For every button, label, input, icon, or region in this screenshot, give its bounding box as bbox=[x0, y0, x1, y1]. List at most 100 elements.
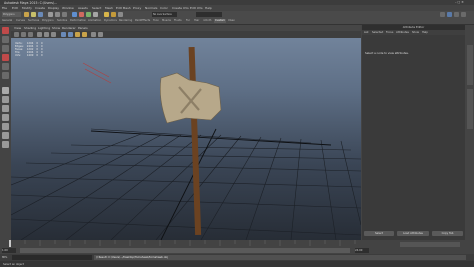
tab-general[interactable]: General bbox=[2, 19, 12, 23]
isolate-select-icon[interactable] bbox=[98, 32, 103, 37]
time-slider[interactable]: 1.00 24.00 bbox=[0, 240, 474, 254]
snap-grid-icon[interactable] bbox=[72, 12, 77, 17]
show-attribute-editor-icon[interactable] bbox=[447, 12, 452, 17]
ae-menu-show[interactable]: Show bbox=[412, 31, 419, 34]
render-settings-icon[interactable] bbox=[118, 12, 123, 17]
tab-animation[interactable]: Animation bbox=[88, 19, 101, 23]
viewport-menu-lighting[interactable]: Lighting bbox=[38, 26, 50, 30]
tab-toon[interactable]: Toon bbox=[153, 19, 159, 23]
snap-view-plane-icon[interactable] bbox=[93, 12, 98, 17]
show-modeling-toolkit-icon[interactable] bbox=[440, 12, 445, 17]
bookmarks-icon[interactable] bbox=[28, 32, 33, 37]
graph-editor-layout-icon[interactable] bbox=[2, 141, 9, 148]
move-tool-icon[interactable] bbox=[2, 54, 9, 61]
film-gate-icon[interactable] bbox=[44, 32, 49, 37]
tab-deformation[interactable]: Deformation bbox=[70, 19, 86, 23]
save-scene-icon[interactable] bbox=[38, 12, 43, 17]
menu-item-window[interactable]: Window bbox=[62, 6, 74, 10]
tab-fur[interactable]: Fur bbox=[186, 19, 190, 23]
menu-item-file[interactable]: File bbox=[2, 6, 7, 10]
menu-item-create[interactable]: Create bbox=[35, 6, 45, 10]
lights-icon[interactable] bbox=[82, 32, 87, 37]
menu-item-edit-mesh[interactable]: Edit Mesh bbox=[116, 6, 131, 10]
menu-item-create-uvs[interactable]: Create UVs bbox=[172, 6, 189, 10]
start-frame-field[interactable]: 1.00 bbox=[2, 248, 16, 253]
menu-item-edit-uvs[interactable]: Edit UVs bbox=[190, 6, 203, 10]
range-slider[interactable] bbox=[20, 248, 350, 253]
tab-hair[interactable]: Hair bbox=[194, 19, 199, 23]
menu-item-help[interactable]: Help bbox=[205, 6, 212, 10]
perspective-viewport[interactable] bbox=[11, 25, 361, 240]
select-by-hierarchy-icon[interactable] bbox=[48, 12, 53, 17]
resolution-gate-icon[interactable] bbox=[51, 32, 56, 37]
open-scene-icon[interactable] bbox=[31, 12, 36, 17]
ae-load-attributes-button[interactable]: Load Attributes bbox=[397, 231, 429, 236]
tab-muscle[interactable]: Muscle bbox=[162, 19, 171, 23]
smooth-shade-icon[interactable] bbox=[68, 32, 73, 37]
select-tool-icon[interactable] bbox=[2, 27, 9, 34]
camera-attributes-icon[interactable] bbox=[21, 32, 26, 37]
scale-tool-icon[interactable] bbox=[2, 72, 9, 79]
outliner-layout-icon[interactable] bbox=[2, 132, 9, 139]
tab-fluids[interactable]: Fluids bbox=[174, 19, 182, 23]
menu-item-normals[interactable]: Normals bbox=[145, 6, 157, 10]
window-controls[interactable]: – □ ✕ bbox=[455, 0, 464, 4]
ae-copy-tab-button[interactable]: Copy Tab bbox=[432, 231, 463, 236]
new-scene-icon[interactable] bbox=[24, 12, 29, 17]
end-frame-field[interactable]: 24.00 bbox=[355, 248, 369, 253]
menu-item-select[interactable]: Select bbox=[92, 6, 101, 10]
show-tool-settings-icon[interactable] bbox=[454, 12, 459, 17]
menu-item-color[interactable]: Color bbox=[160, 6, 168, 10]
input-line-field[interactable] bbox=[196, 12, 222, 17]
ipr-render-icon[interactable] bbox=[111, 12, 116, 17]
playback-controls[interactable] bbox=[400, 242, 460, 247]
channel-box-side-tab[interactable] bbox=[467, 45, 473, 85]
grid-toggle-icon[interactable] bbox=[37, 32, 42, 37]
viewport-menu-shading[interactable]: Shading bbox=[24, 26, 36, 30]
menu-item-proxy[interactable]: Proxy bbox=[133, 6, 141, 10]
ae-menu-attributes[interactable]: Attributes bbox=[396, 31, 409, 34]
persp-graph-layout-icon[interactable] bbox=[2, 114, 9, 121]
show-channel-box-icon[interactable] bbox=[461, 12, 466, 17]
single-perspective-layout-icon[interactable] bbox=[2, 87, 9, 94]
select-by-component-icon[interactable] bbox=[62, 12, 67, 17]
tab-custom[interactable]: Custom bbox=[214, 19, 226, 23]
ae-select-button[interactable]: Select bbox=[364, 231, 394, 236]
camera-select-icon[interactable] bbox=[14, 32, 19, 37]
snap-point-icon[interactable] bbox=[86, 12, 91, 17]
tab-polygons[interactable]: Polygons bbox=[42, 19, 54, 23]
tab-ncloth[interactable]: nCloth bbox=[203, 19, 211, 23]
menu-item-edit[interactable]: Edit bbox=[12, 6, 18, 10]
tab-dynamics[interactable]: Dynamics bbox=[104, 19, 117, 23]
render-icon[interactable] bbox=[104, 12, 109, 17]
menu-item-mesh[interactable]: Mesh bbox=[105, 6, 113, 10]
ae-menu-help[interactable]: Help bbox=[422, 31, 428, 34]
snap-curve-icon[interactable] bbox=[79, 12, 84, 17]
tab-xgen[interactable]: XGen bbox=[228, 19, 235, 23]
command-language-label[interactable]: MEL bbox=[2, 256, 7, 259]
tab-surfaces[interactable]: Surfaces bbox=[28, 19, 39, 23]
ae-menu-focus[interactable]: Focus bbox=[386, 31, 393, 34]
paint-select-tool-icon[interactable] bbox=[2, 45, 9, 52]
viewport-menu-renderer[interactable]: Renderer bbox=[62, 26, 76, 30]
ae-menu-selected[interactable]: Selected bbox=[372, 31, 383, 34]
viewport-menu-panels[interactable]: Panels bbox=[78, 26, 88, 30]
live-surface-field[interactable]: No Live Surface bbox=[152, 12, 177, 17]
tab-subdivs[interactable]: Subdivs bbox=[57, 19, 67, 23]
attribute-editor-side-tab[interactable] bbox=[467, 89, 473, 129]
tab-painteffects[interactable]: PaintEffects bbox=[135, 19, 150, 23]
xray-icon[interactable] bbox=[91, 32, 96, 37]
ae-menu-list[interactable]: List bbox=[364, 31, 369, 34]
four-view-layout-icon[interactable] bbox=[2, 96, 9, 103]
select-by-object-icon[interactable] bbox=[55, 12, 60, 17]
mode-selector[interactable]: Polygons bbox=[2, 11, 21, 17]
menu-item-assets[interactable]: Assets bbox=[78, 6, 88, 10]
current-frame-marker[interactable] bbox=[9, 240, 11, 247]
lasso-tool-icon[interactable] bbox=[2, 36, 9, 43]
tab-curves[interactable]: Curves bbox=[16, 19, 25, 23]
menu-item-display[interactable]: Display bbox=[48, 6, 59, 10]
hypershade-layout-icon[interactable] bbox=[2, 123, 9, 130]
command-input[interactable] bbox=[12, 255, 92, 260]
rotate-tool-icon[interactable] bbox=[2, 63, 9, 70]
viewport-menu-show[interactable]: Show bbox=[52, 26, 60, 30]
